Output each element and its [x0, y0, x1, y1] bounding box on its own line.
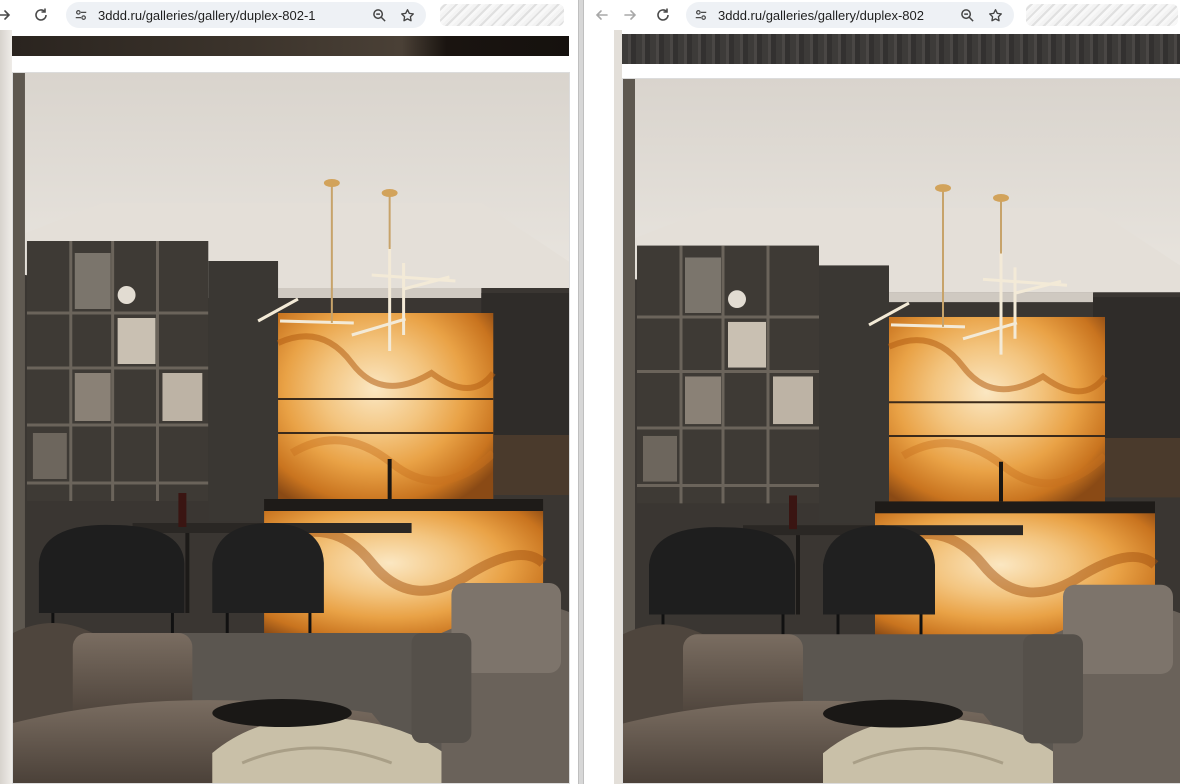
zoom-icon[interactable] — [368, 4, 390, 26]
address-bar[interactable]: 3ddd.ru/galleries/gallery/duplex-802 — [686, 2, 1014, 28]
star-icon[interactable] — [396, 4, 418, 26]
profile-avatar[interactable] — [1026, 4, 1178, 26]
tune-icon[interactable] — [74, 7, 90, 23]
star-icon[interactable] — [984, 4, 1006, 26]
forward-button[interactable] — [620, 4, 642, 26]
gallery-image[interactable] — [622, 78, 1180, 784]
url-text[interactable]: 3ddd.ru/galleries/gallery/duplex-802 — [718, 8, 950, 23]
reload-button[interactable] — [30, 4, 52, 26]
address-bar[interactable]: 3ddd.ru/galleries/gallery/duplex-802-1 — [66, 2, 426, 28]
page-content — [0, 30, 578, 784]
left-toolbar: 3ddd.ru/galleries/gallery/duplex-802-1 — [0, 0, 578, 30]
tune-icon[interactable] — [694, 7, 710, 23]
right-browser-window: 3ddd.ru/galleries/gallery/duplex-802 — [584, 0, 1180, 784]
interior-render — [13, 73, 569, 783]
url-text[interactable]: 3ddd.ru/galleries/gallery/duplex-802-1 — [98, 8, 362, 23]
page-sidebar-edge — [0, 30, 12, 784]
arrow-left-icon — [595, 10, 608, 20]
page-sidebar-edge — [584, 30, 622, 784]
arrow-right-icon — [624, 10, 637, 20]
right-toolbar: 3ddd.ru/galleries/gallery/duplex-802 — [584, 0, 1180, 30]
previous-image-strip[interactable] — [622, 34, 1180, 64]
back-button[interactable] — [590, 4, 612, 26]
previous-image-strip[interactable] — [12, 36, 569, 56]
left-browser-window: 3ddd.ru/galleries/gallery/duplex-802-1 — [0, 0, 578, 784]
interior-render — [623, 79, 1180, 783]
reload-icon — [657, 8, 669, 21]
reload-icon — [35, 8, 47, 21]
page-content — [584, 30, 1180, 784]
reload-button[interactable] — [652, 4, 674, 26]
arrow-right-icon — [0, 10, 11, 20]
zoom-icon[interactable] — [956, 4, 978, 26]
forward-button[interactable] — [0, 4, 16, 26]
profile-avatar[interactable] — [440, 4, 564, 26]
gallery-image[interactable] — [12, 72, 570, 784]
